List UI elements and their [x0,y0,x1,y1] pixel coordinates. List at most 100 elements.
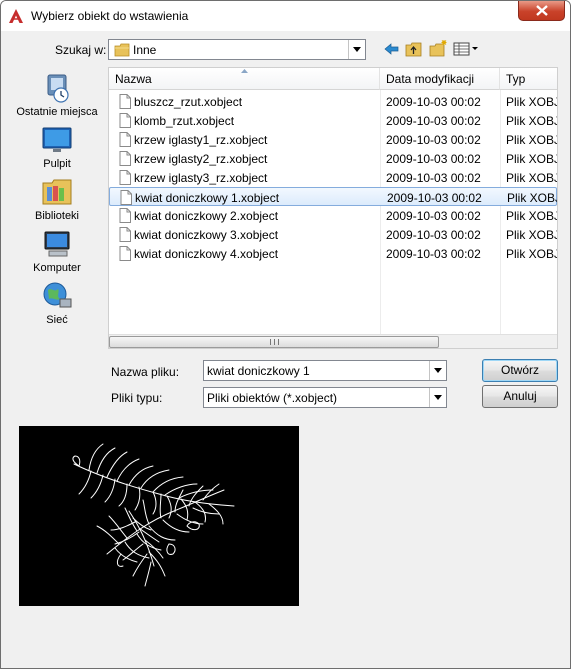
file-date: 2009-10-03 00:02 [386,133,481,147]
title-bar[interactable]: Wybierz obiekt do wstawienia [1,1,570,31]
file-icon [119,132,131,147]
lookin-value: Inne [133,43,157,57]
filename-combobox[interactable]: kwiat doniczkowy 1 [203,360,447,381]
place-label: Komputer [33,262,81,274]
file-icon [119,246,131,261]
libraries-icon [42,179,72,205]
place-label: Ostatnie miejsca [16,106,98,118]
file-icon [119,151,131,166]
place-label: Biblioteki [34,210,80,222]
view-list-icon [453,42,478,56]
file-icon [119,170,131,185]
file-type: Plik XOBJECT [506,114,557,128]
back-arrow-icon [384,43,399,55]
up-one-level-icon [405,42,422,57]
file-icon [119,94,131,109]
folder-icon [114,43,130,57]
place-recent[interactable]: Ostatnie miejsca [11,71,103,118]
file-name: krzew iglasty3_rz.xobject [134,171,268,185]
column-header-type[interactable]: Typ [500,68,557,90]
file-icon [119,208,131,223]
close-icon [536,5,548,16]
file-name: kwiat doniczkowy 4.xobject [134,247,279,261]
back-button[interactable] [381,39,403,59]
new-folder-icon [429,40,447,57]
sort-ascending-icon [241,69,248,73]
file-type: Plik XOBJECT [506,95,557,109]
file-row[interactable]: klomb_rzut.xobject 2009-10-03 00:02 Plik X… [109,111,557,130]
plant-preview-image [72,443,235,587]
recent-places-icon [47,74,69,103]
file-name: klomb_rzut.xobject [134,114,235,128]
lookin-dropdown-button[interactable] [348,40,365,59]
chevron-down-icon [434,395,442,400]
horizontal-scrollbar[interactable] [109,334,557,348]
file-name: krzew iglasty2_rz.xobject [134,152,268,166]
column-header-date[interactable]: Data modyfikacji [380,68,500,90]
autocad-logo-icon [9,9,23,23]
file-list[interactable]: Nazwa Data modyfikacji Typ bluszcz_rzut.… [108,67,558,349]
place-label: Pulpit [43,158,71,170]
file-row[interactable]: krzew iglasty1_rz.xobject 2009-10-03 00:0… [109,130,557,149]
column-header-name[interactable]: Nazwa [109,68,380,90]
window-title: Wybierz obiekt do wstawienia [31,9,189,23]
file-type: Plik XOBJECT [506,152,557,166]
place-libraries[interactable]: Biblioteki [11,175,103,222]
place-desktop[interactable]: Pulpit [11,123,103,170]
desktop-icon [42,127,72,152]
file-date: 2009-10-03 00:02 [386,228,481,242]
file-row[interactable]: krzew iglasty2_rz.xobject 2009-10-03 00:0… [109,149,557,168]
up-folder-button[interactable] [403,39,425,59]
new-folder-button[interactable] [427,39,449,59]
filename-label: Nazwa pliku: [111,365,180,379]
view-menu-button[interactable] [452,39,480,59]
lookin-label: Szukaj w: [55,43,107,57]
file-name: kwiat doniczkowy 2.xobject [134,209,279,223]
file-date: 2009-10-03 00:02 [386,114,481,128]
network-icon [43,282,72,308]
filename-value: kwiat doniczkowy 1 [207,364,310,378]
scrollbar-grip-icon [270,339,279,345]
chevron-down-icon [353,47,361,52]
file-row[interactable]: kwiat doniczkowy 4.xobject 2009-10-03 00:… [109,244,557,263]
cancel-button[interactable]: Anuluj [482,385,558,408]
file-row[interactable]: kwiat doniczkowy 1.xobject 2009-10-03 00:… [109,187,557,206]
file-type: Plik XOBJECT [506,133,557,147]
file-type: Plik XOBJECT [506,247,557,261]
file-row[interactable]: kwiat doniczkowy 2.xobject 2009-10-03 00:… [109,206,557,225]
file-type: Plik XOBJECT [507,191,557,205]
file-name: bluszcz_rzut.xobject [134,95,243,109]
preview-pane [19,426,299,606]
file-type: Plik XOBJECT [506,171,557,185]
scrollbar-thumb[interactable] [109,336,439,348]
filetype-combobox[interactable]: Pliki obiektów (*.xobject) [203,387,447,408]
file-date: 2009-10-03 00:02 [386,247,481,261]
file-type: Plik XOBJECT [506,228,557,242]
lookin-combobox[interactable]: Inne [108,39,366,60]
place-computer[interactable]: Komputer [11,227,103,274]
file-date: 2009-10-03 00:02 [387,191,482,205]
file-name: krzew iglasty1_rz.xobject [134,133,268,147]
dialog-window: Wybierz obiekt do wstawienia Szukaj w: I… [0,0,571,669]
file-icon [119,227,131,242]
computer-icon [44,231,70,257]
file-row[interactable]: kwiat doniczkowy 3.xobject 2009-10-03 00:… [109,225,557,244]
filetype-value: Pliki obiektów (*.xobject) [207,391,338,405]
file-icon [120,190,132,205]
file-date: 2009-10-03 00:02 [386,171,481,185]
file-date: 2009-10-03 00:02 [386,152,481,166]
filetype-dropdown-button[interactable] [429,388,446,407]
chevron-down-icon [434,368,442,373]
file-name: kwiat doniczkowy 1.xobject [135,191,280,205]
file-date: 2009-10-03 00:02 [386,95,481,109]
file-row[interactable]: krzew iglasty3_rz.xobject 2009-10-03 00:0… [109,168,557,187]
file-name: kwiat doniczkowy 3.xobject [134,228,279,242]
close-button[interactable] [518,1,565,21]
place-network[interactable]: Sieć [11,279,103,326]
file-row[interactable]: bluszcz_rzut.xobject 2009-10-03 00:02 Plik… [109,92,557,111]
open-button[interactable]: Otwórz [482,359,558,382]
filetype-label: Pliki typu: [111,391,163,405]
place-label: Sieć [46,314,68,326]
filename-dropdown-button[interactable] [429,361,446,380]
file-date: 2009-10-03 00:02 [386,209,481,223]
